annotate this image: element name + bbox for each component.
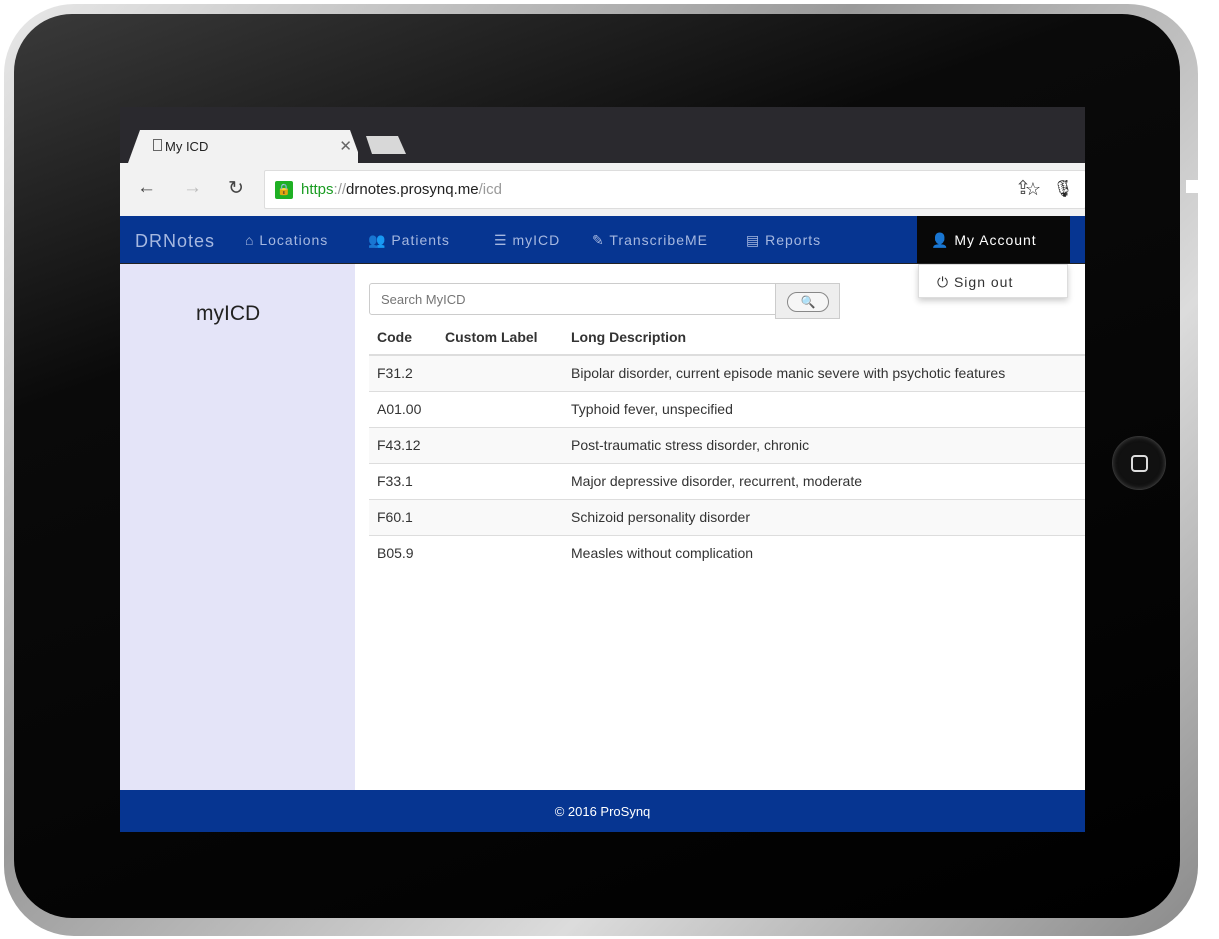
table-cell: F31.2 [369,354,437,391]
table-row[interactable]: A01.00 Typhoid fever, unspecified [369,390,1085,427]
nav-transcribeme[interactable]: ✎ TranscribeME [592,232,708,249]
screen: My ICD ✕ ← → ↻ 🔒 https://drnotes.prosynq… [120,107,1085,832]
nav-reports[interactable]: ▤ Reports [746,232,821,249]
search-button[interactable]: 🔍 [775,283,840,319]
column-header: Custom Label [437,320,563,356]
nav-patients[interactable]: 👥 Patients [368,232,450,249]
home-icon: ⌂ [245,232,255,248]
reload-icon[interactable]: ↻ [228,177,244,200]
user-icon: 👤 [931,232,950,248]
sign-out-label: Sign out [953,274,1014,290]
url-path: /icd [478,181,502,198]
sidebar: myICD [120,264,355,790]
table-cell [437,534,563,571]
nav-label: Patients [391,232,450,248]
sidebar-title: myICD [196,302,261,325]
table-cell: Measles without complication [563,534,1085,571]
tab-title: My ICD [165,139,209,154]
table-cell [437,498,563,535]
table-row[interactable]: F60.1 Schizoid personality disorder [369,498,1085,535]
forward-icon[interactable]: → [183,177,202,199]
new-tab-button[interactable] [366,136,406,154]
table-row[interactable]: F43.12 Post-traumatic stress disorder, ch… [369,426,1085,463]
url-sep: :// [333,181,347,198]
account-label: My Account [954,232,1037,248]
search-input[interactable] [369,283,776,315]
table-cell: Bipolar disorder, current episode manic … [563,354,1085,391]
table-cell: A01.00 [369,390,437,427]
table-cell [437,354,563,391]
browser-tab[interactable]: My ICD ✕ [128,130,358,163]
sign-out-item[interactable]: ⏻ Sign out [918,264,1068,298]
table-cell [437,426,563,463]
back-icon[interactable]: ← [137,177,156,199]
share-icon[interactable]: ⇪ [1015,177,1031,200]
nav-locations[interactable]: ⌂ Locations [245,232,328,248]
footer: © 2016 ProSynq [120,790,1085,832]
brand[interactable]: DRNotes [135,231,215,252]
column-header: Long Description [563,320,1085,356]
menu-icon[interactable]: ⋮ [1057,177,1076,200]
home-icon [1131,455,1148,472]
table-cell: Major depressive disorder, recurrent, mo… [563,462,1085,499]
icd-table: Code Custom Label Long Description F31.2… [369,320,1085,571]
main-content: myICD 🔍 Code Custom Label Long Descripti… [120,264,1085,790]
document-icon [153,139,162,151]
users-icon: 👥 [368,232,387,248]
table-cell: Typhoid fever, unspecified [563,390,1085,427]
browser-toolbar: ← → ↻ 🔒 https://drnotes.prosynq.me/icd ☆… [120,163,1085,216]
search-icon: 🔍 [787,292,829,312]
document-icon: ▤ [746,232,761,248]
home-button[interactable] [1112,436,1166,490]
address-bar[interactable]: 🔒 https://drnotes.prosynq.me/icd ☆ 🎙 [264,170,1085,209]
table-cell: B05.9 [369,534,437,571]
nav-label: myICD [512,232,561,248]
nav-label: Locations [259,232,329,248]
list-icon: ☰ [494,232,508,248]
tab-strip: My ICD ✕ [120,107,1085,163]
my-account-menu[interactable]: 👤 My Account [917,216,1070,263]
table-cell: F33.1 [369,462,437,499]
table-cell: F60.1 [369,498,437,535]
url-scheme: https [301,181,334,198]
table-cell [437,462,563,499]
nav-label: Reports [765,232,822,248]
url-host: drnotes.prosynq.me [346,181,479,198]
nav-myicd[interactable]: ☰ myICD [494,232,560,249]
column-header: Code [369,320,437,356]
table-cell: Post-traumatic stress disorder, chronic [563,426,1085,463]
table-cell: Schizoid personality disorder [563,498,1085,535]
close-tab-icon[interactable]: ✕ [339,137,352,155]
table-row[interactable]: F33.1 Major depressive disorder, recurren… [369,462,1085,499]
power-icon: ⏻ [937,274,950,290]
lock-icon: 🔒 [275,181,293,199]
navbar: DRNotes ⌂ Locations 👥 Patients ☰ myICD ✎… [120,216,1085,264]
table-row[interactable]: F31.2 Bipolar disorder, current episode m… [369,354,1085,391]
table-cell [437,390,563,427]
pencil-icon: ✎ [592,232,605,248]
footer-text: © 2016 ProSynq [554,804,651,819]
table-cell: F43.12 [369,426,437,463]
side-button [1186,180,1202,193]
nav-label: TranscribeME [609,232,708,248]
table-row[interactable]: B05.9 Measles without complication [369,534,1085,571]
